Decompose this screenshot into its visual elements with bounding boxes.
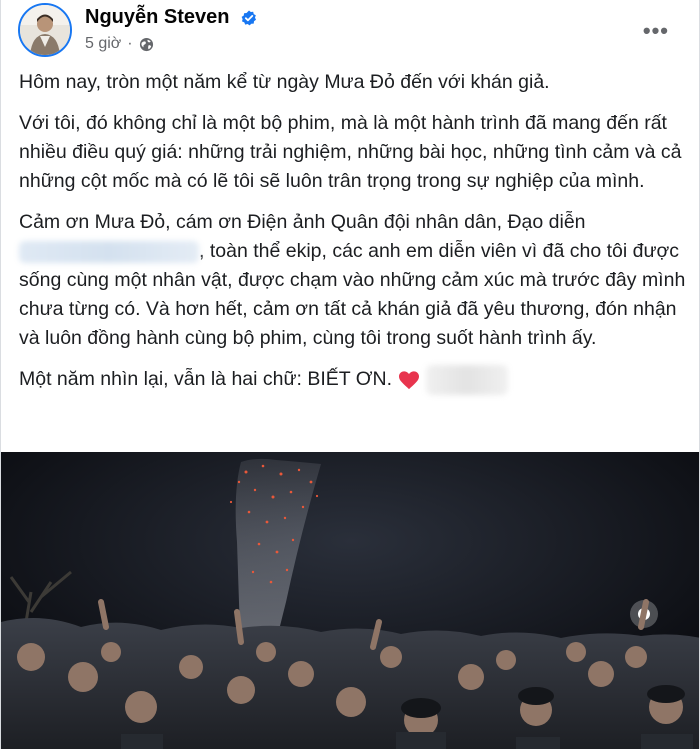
blurred-name-redaction — [19, 240, 199, 263]
facebook-post: Nguyễn Steven 5 giờ · ••• Hôm nay, tròn … — [0, 0, 700, 749]
post-timestamp[interactable]: 5 giờ — [85, 35, 121, 53]
red-heart-icon — [399, 371, 419, 390]
paragraph-3-start: Cảm ơn Mưa Đỏ, cám ơn Điện ảnh Quân đội … — [19, 211, 586, 233]
avatar-image — [20, 5, 70, 55]
post-paragraph-1: Hôm nay, tròn một năm kể từ ngày Mưa Đỏ … — [19, 71, 550, 93]
post-meta: 5 giờ · — [85, 35, 154, 53]
more-options-button[interactable]: ••• — [643, 18, 669, 44]
blurred-redaction-2 — [426, 365, 508, 395]
author-avatar[interactable] — [18, 3, 72, 57]
post-paragraph-2: Với tôi, đó không chỉ là một bộ phim, mà… — [19, 112, 682, 192]
author-name[interactable]: Nguyễn Steven — [85, 6, 229, 28]
post-body: Hôm nay, tròn một năm kể từ ngày Mưa Đỏ … — [19, 68, 689, 407]
post-paragraph-4: Một năm nhìn lại, vẫn là hai chữ: BIẾT Ơ… — [19, 365, 689, 395]
post-paragraph-3: Cảm ơn Mưa Đỏ, cám ơn Điện ảnh Quân đội … — [19, 208, 689, 353]
post-header: Nguyễn Steven 5 giờ · ••• — [1, 0, 699, 64]
verified-badge-icon — [241, 10, 257, 26]
post-photo[interactable] — [1, 452, 699, 749]
crowd-fireworks-image — [1, 452, 699, 749]
paragraph-4-text: Một năm nhìn lại, vẫn là hai chữ: BIẾT Ơ… — [19, 368, 392, 391]
author-name-row: Nguyễn Steven — [85, 6, 257, 29]
globe-icon[interactable] — [139, 37, 154, 52]
meta-separator: · — [127, 35, 133, 52]
